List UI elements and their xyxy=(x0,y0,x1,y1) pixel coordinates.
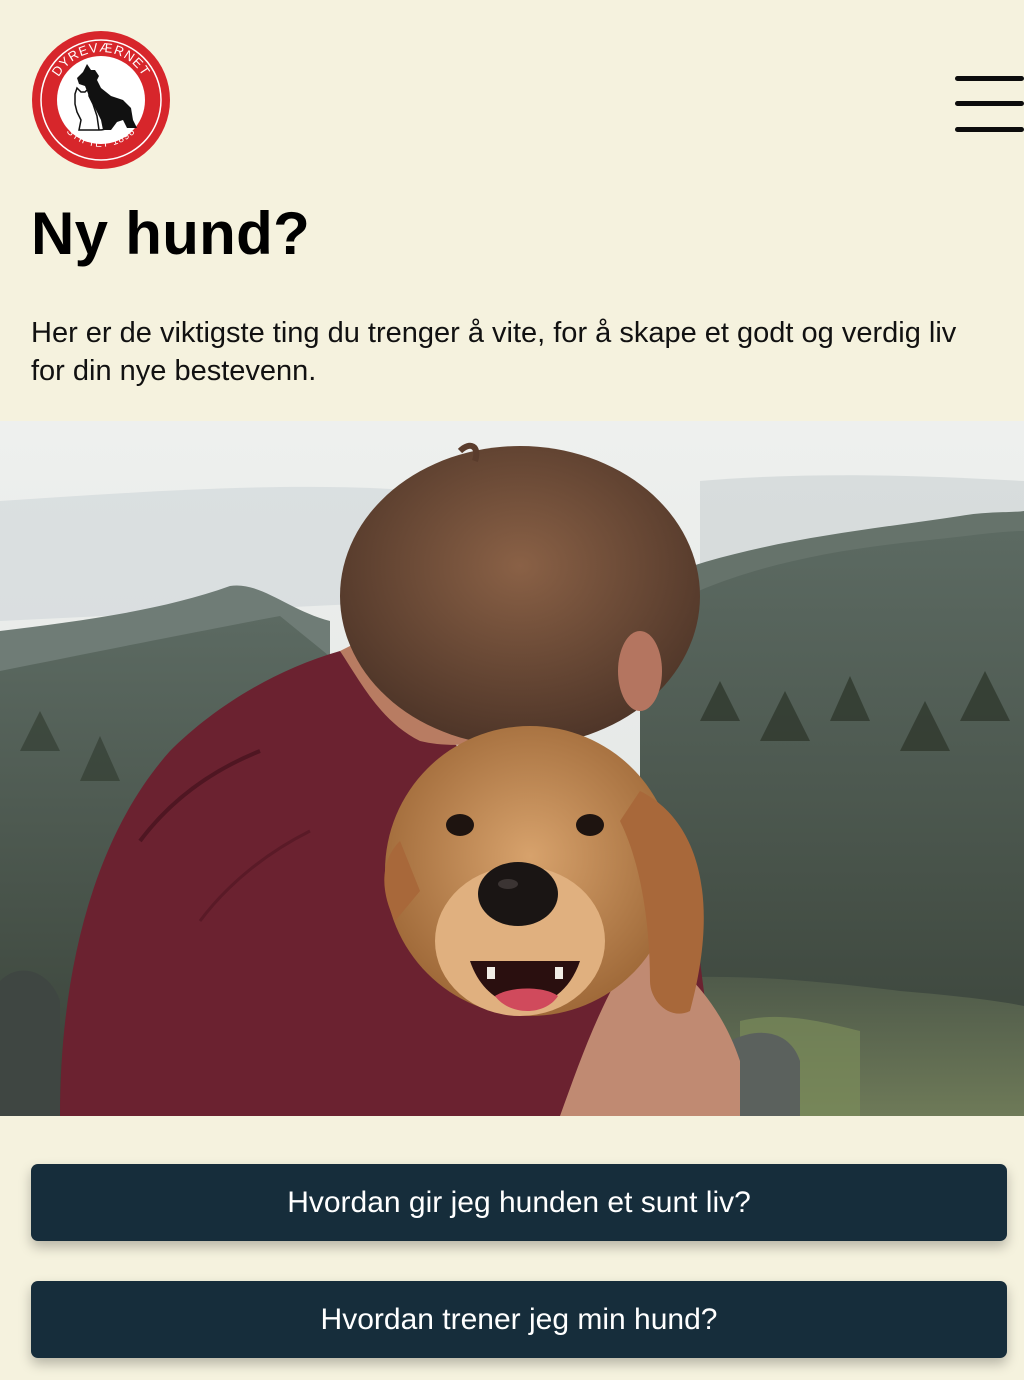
page-title: Ny hund? xyxy=(31,200,311,267)
intro-text: Her er de viktigste ting du trenger å vi… xyxy=(31,317,957,387)
menu-bar xyxy=(955,101,1024,106)
hero-image xyxy=(0,421,1024,1116)
page: DYREVÆRNET STIFTET 1898 Ny hund? Her er … xyxy=(0,0,1024,1380)
menu-bar xyxy=(955,76,1024,81)
healthy-life-button[interactable]: Hvordan gir jeg hunden et sunt liv? xyxy=(31,1164,1007,1241)
menu-bar xyxy=(955,127,1024,132)
train-dog-button[interactable]: Hvordan trener jeg min hund? xyxy=(31,1281,1007,1358)
dyrevaernet-logo[interactable]: DYREVÆRNET STIFTET 1898 xyxy=(31,30,171,170)
hamburger-menu-icon[interactable] xyxy=(952,72,1024,138)
